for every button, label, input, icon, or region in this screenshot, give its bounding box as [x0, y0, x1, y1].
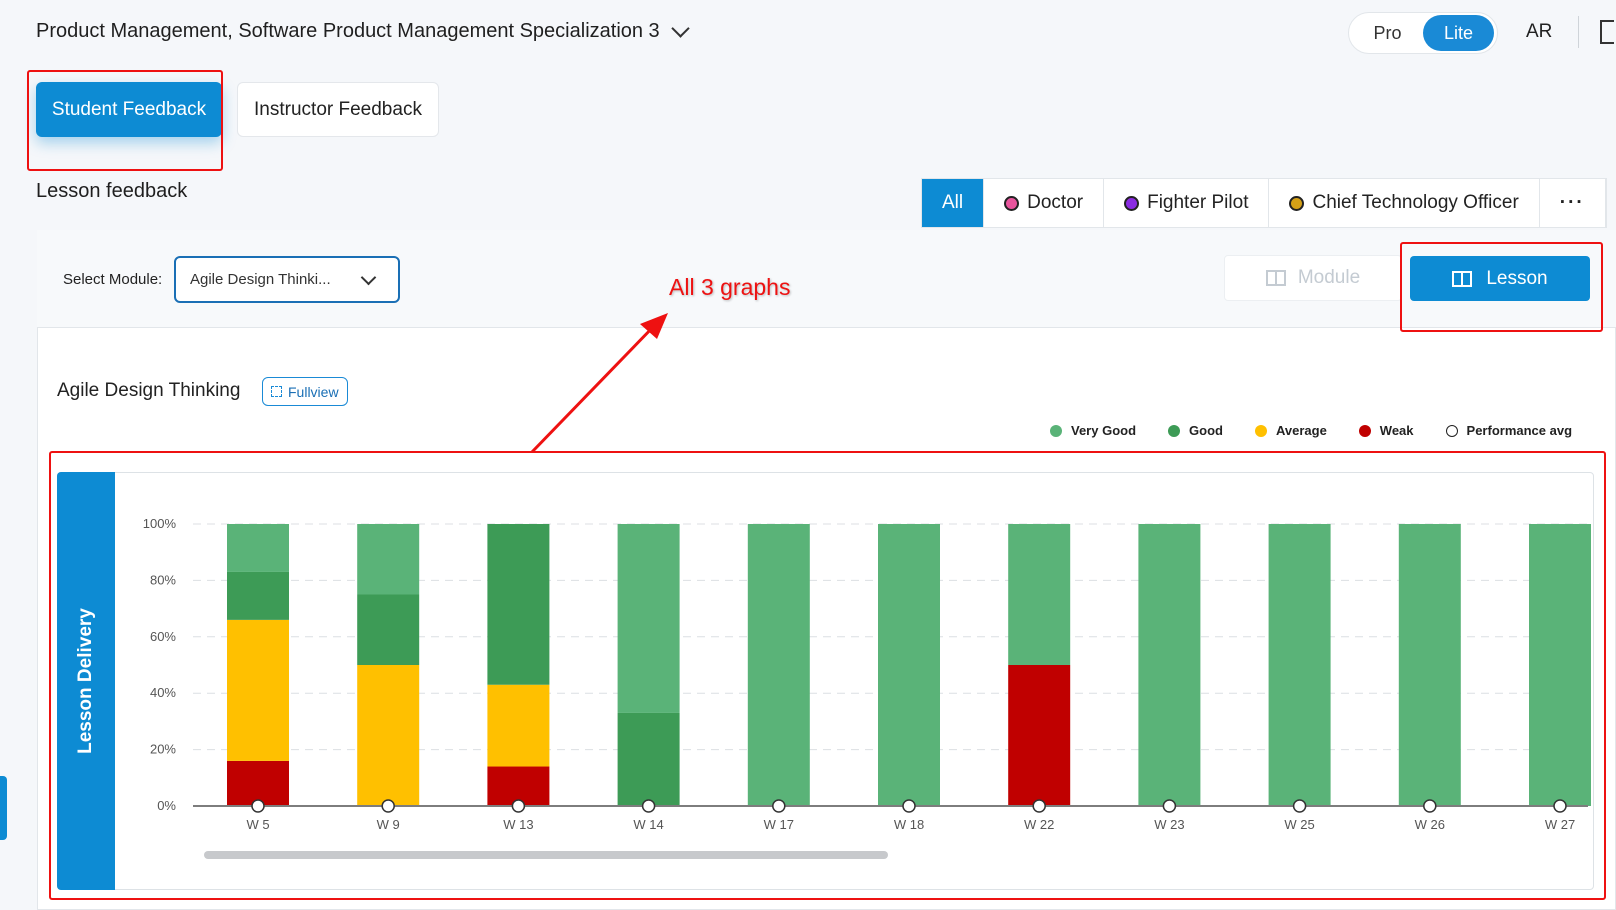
chart-horizontal-scrollbar[interactable] — [204, 851, 888, 859]
side-drawer-handle[interactable] — [0, 776, 7, 840]
annotation-arrow-line — [530, 323, 657, 454]
annotation-highlight-chart — [49, 451, 1606, 900]
